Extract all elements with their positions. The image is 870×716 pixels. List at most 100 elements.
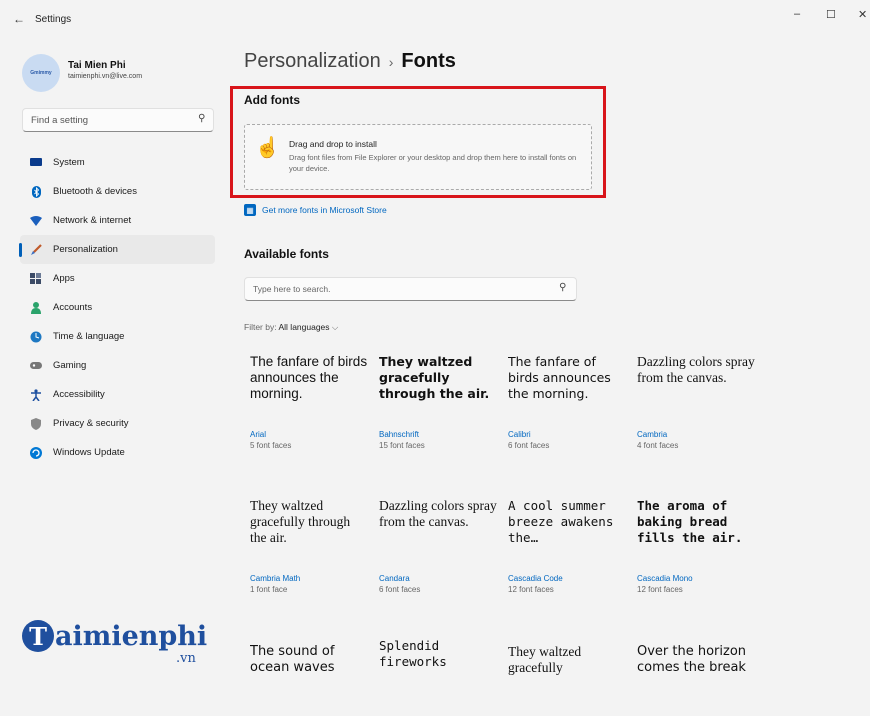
font-card-row3-2[interactable]: Splendid fireworks bbox=[379, 638, 497, 710]
avatar: Gmimmy bbox=[22, 54, 60, 92]
font-card-cambria[interactable]: Dazzling colors spray from the canvas. C… bbox=[637, 354, 755, 450]
sidebar-item-windows-update[interactable]: Windows Update bbox=[20, 438, 215, 467]
chevron-down-icon: ⌵ bbox=[331, 322, 339, 332]
font-sample: The fanfare of birds announces the morni… bbox=[250, 354, 368, 401]
sidebar-item-accounts[interactable]: Accounts bbox=[20, 293, 215, 322]
font-faces-count: 12 font faces bbox=[508, 585, 554, 594]
accessibility-icon bbox=[29, 388, 43, 402]
sidebar-item-accessibility[interactable]: Accessibility bbox=[20, 380, 215, 409]
bluetooth-icon bbox=[29, 185, 43, 199]
system-icon bbox=[29, 156, 43, 170]
font-card-cascadia-code[interactable]: A cool summer breeze awakens the… Cascad… bbox=[508, 498, 626, 594]
search-placeholder: Find a setting bbox=[31, 115, 89, 126]
font-card-row3-3[interactable]: They waltzed gracefully bbox=[508, 644, 626, 716]
font-card-cascadia-mono[interactable]: The aroma of baking bread fills the air.… bbox=[637, 498, 755, 594]
font-name: Cascadia Code bbox=[508, 574, 563, 583]
font-faces-count: 6 font faces bbox=[508, 441, 550, 450]
main-content: Personalization › Fonts Add fonts ☝ Drag a… bbox=[230, 40, 864, 678]
settings-search-input[interactable]: Find a setting ⚲ bbox=[22, 108, 214, 132]
sidebar-item-network[interactable]: Network & internet bbox=[20, 206, 215, 235]
breadcrumb-parent[interactable]: Personalization bbox=[244, 50, 381, 72]
apps-icon bbox=[29, 272, 43, 286]
font-card-bahnschrift[interactable]: They waltzed gracefully through the air.… bbox=[379, 354, 497, 450]
font-faces-count: 1 font face bbox=[250, 585, 288, 594]
font-sample: Dazzling colors spray from the canvas. bbox=[379, 498, 497, 529]
sidebar-item-time-language[interactable]: Time & language bbox=[20, 322, 215, 351]
logo-text: aimienphi bbox=[55, 621, 208, 652]
sidebar-item-label: Apps bbox=[53, 273, 75, 284]
back-arrow-icon[interactable]: ← bbox=[13, 12, 25, 26]
font-card-cambria-math[interactable]: They waltzed gracefully through the air.… bbox=[250, 498, 368, 594]
search-icon: ⚲ bbox=[558, 282, 566, 293]
time-language-icon bbox=[29, 330, 43, 344]
sidebar-item-privacy[interactable]: Privacy & security bbox=[20, 409, 215, 438]
font-sample: They waltzed gracefully through the air. bbox=[379, 354, 490, 401]
font-card-candara[interactable]: Dazzling colors spray from the canvas. C… bbox=[379, 498, 497, 594]
sidebar-nav: System Bluetooth & devices Network & int… bbox=[19, 148, 215, 467]
gaming-icon bbox=[29, 359, 43, 373]
filter-value: All languages bbox=[278, 322, 330, 332]
minimize-button[interactable]: – bbox=[794, 8, 800, 20]
font-sample: Over the horizon comes the break bbox=[637, 644, 747, 675]
close-button[interactable]: ✕ bbox=[858, 8, 867, 21]
font-card-row3-1[interactable]: The sound of ocean waves bbox=[250, 644, 368, 716]
network-icon bbox=[29, 214, 43, 228]
font-sample: A cool summer breeze awakens the… bbox=[508, 498, 614, 545]
store-link-label: Get more fonts in Microsoft Store bbox=[262, 205, 387, 215]
filter-label: Filter by: bbox=[244, 322, 277, 332]
font-search-input[interactable]: Type here to search. ⚲ bbox=[244, 277, 577, 301]
page-title: Fonts bbox=[401, 50, 456, 72]
sidebar-item-personalization[interactable]: Personalization bbox=[19, 235, 215, 264]
font-sample: The sound of ocean waves bbox=[250, 644, 335, 675]
app-title: Settings bbox=[35, 14, 72, 25]
highlight-box bbox=[230, 86, 606, 198]
brush-icon bbox=[29, 243, 43, 257]
sidebar-item-label: Accessibility bbox=[53, 389, 105, 400]
font-sample: They waltzed gracefully bbox=[508, 644, 582, 675]
search-icon: ⚲ bbox=[197, 113, 205, 124]
shield-icon bbox=[29, 417, 43, 431]
title-bar: ← Settings – ☐ ✕ bbox=[0, 0, 870, 40]
font-card-row3-4[interactable]: Over the horizon comes the break bbox=[637, 644, 755, 716]
sidebar-item-label: Time & language bbox=[53, 331, 125, 342]
taimienphi-logo: T aimienphi .vn bbox=[22, 620, 212, 680]
font-search-placeholder: Type here to search. bbox=[253, 284, 331, 294]
font-faces-count: 5 font faces bbox=[250, 441, 292, 450]
font-name: Candara bbox=[379, 574, 410, 583]
font-faces-count: 15 font faces bbox=[379, 441, 425, 450]
sidebar: Gmimmy Tai Mien Phi taimienphi.vn@live.c… bbox=[0, 40, 225, 678]
font-name: Cambria Math bbox=[250, 574, 301, 583]
font-name: Cascadia Mono bbox=[637, 574, 693, 583]
font-card-calibri[interactable]: The fanfare of birds announces the morni… bbox=[508, 354, 626, 450]
profile-name: Tai Mien Phi bbox=[68, 60, 126, 71]
profile-email: taimienphi.vn@live.com bbox=[68, 73, 143, 80]
font-card-arial[interactable]: The fanfare of birds announces the morni… bbox=[250, 354, 368, 450]
font-sample: The fanfare of birds announces the morni… bbox=[508, 354, 611, 401]
font-faces-count: 12 font faces bbox=[637, 585, 683, 594]
sidebar-item-bluetooth[interactable]: Bluetooth & devices bbox=[20, 177, 215, 206]
store-link[interactable]: ▦ Get more fonts in Microsoft Store bbox=[244, 204, 387, 216]
font-faces-count: 4 font faces bbox=[637, 441, 679, 450]
sidebar-item-label: System bbox=[53, 157, 85, 168]
font-name: Bahnschrift bbox=[379, 430, 420, 439]
store-icon: ▦ bbox=[244, 204, 256, 216]
selection-indicator bbox=[19, 243, 22, 257]
font-name: Cambria bbox=[637, 430, 668, 439]
font-name: Calibri bbox=[508, 430, 531, 439]
logo-suffix: .vn bbox=[176, 651, 196, 666]
logo-letter: T bbox=[22, 620, 54, 652]
font-faces-count: 6 font faces bbox=[379, 585, 421, 594]
sidebar-item-label: Personalization bbox=[53, 244, 118, 255]
sidebar-item-gaming[interactable]: Gaming bbox=[20, 351, 215, 380]
available-fonts-heading: Available fonts bbox=[244, 247, 329, 261]
user-profile[interactable]: Gmimmy Tai Mien Phi taimienphi.vn@live.c… bbox=[22, 54, 222, 94]
maximize-button[interactable]: ☐ bbox=[826, 8, 836, 21]
sidebar-item-label: Accounts bbox=[53, 302, 93, 313]
breadcrumb: Personalization › Fonts bbox=[244, 50, 456, 73]
sidebar-item-apps[interactable]: Apps bbox=[20, 264, 215, 293]
language-filter[interactable]: Filter by: All languages ⌵ bbox=[244, 322, 338, 333]
sidebar-item-system[interactable]: System bbox=[20, 148, 215, 177]
font-name: Arial bbox=[250, 430, 267, 439]
accounts-icon bbox=[29, 301, 43, 315]
sidebar-item-label: Bluetooth & devices bbox=[53, 186, 137, 197]
